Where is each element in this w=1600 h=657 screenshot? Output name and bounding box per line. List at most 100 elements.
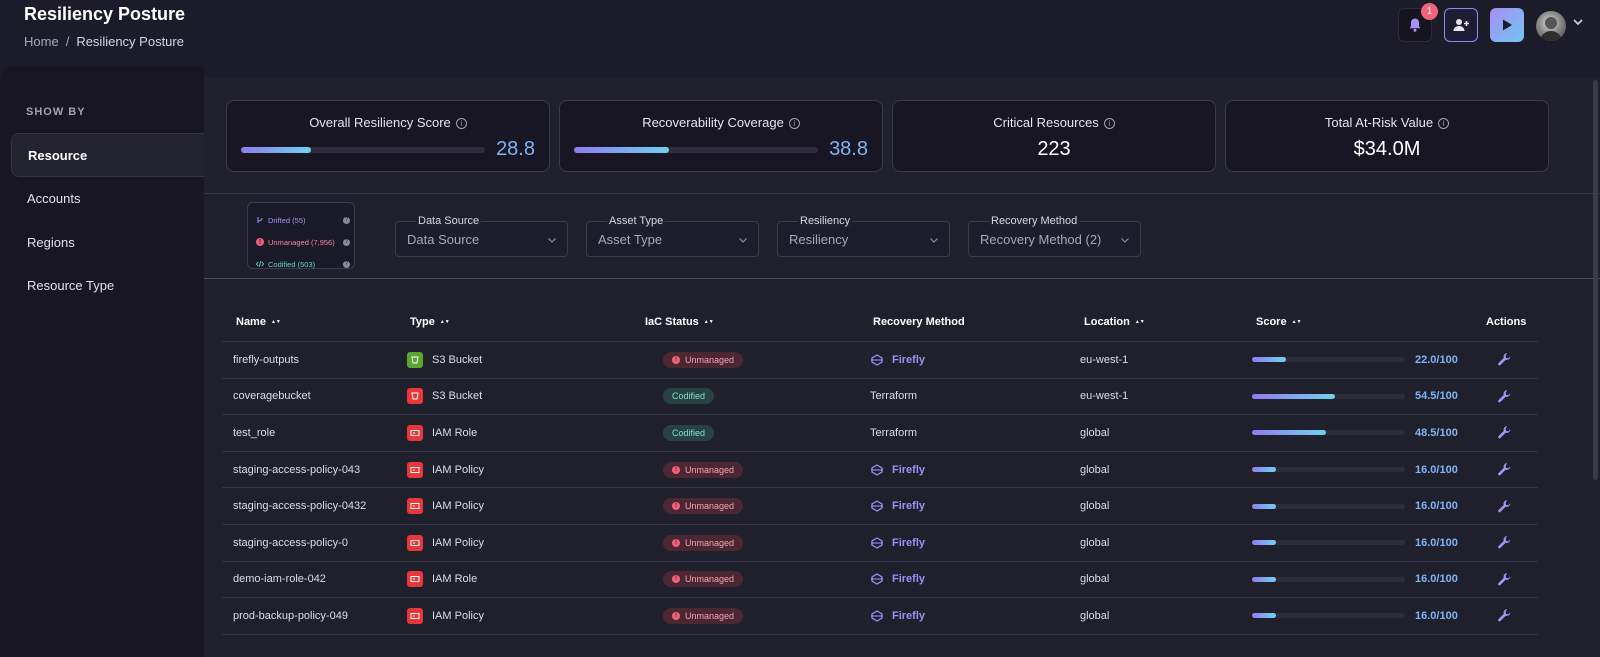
score-bar-fill bbox=[1252, 503, 1277, 509]
table-body: firefly-outputs S3 Bucket ! Unmanaged Fir… bbox=[222, 342, 1538, 635]
git-branch-icon bbox=[256, 216, 264, 224]
resource-type: IAM Policy bbox=[432, 463, 484, 476]
bell-icon bbox=[1409, 18, 1421, 32]
help-icon[interactable]: ? bbox=[343, 238, 350, 246]
resource-name[interactable]: firefly-outputs bbox=[233, 342, 299, 378]
filter-label: Recovery Method bbox=[989, 215, 1080, 227]
table-row[interactable]: staging-access-policy-0 IAM Policy ! Unma… bbox=[222, 525, 1538, 562]
iac-status-label: Unmanaged bbox=[685, 574, 735, 585]
legend-codified[interactable]: Codified (503) ? bbox=[256, 256, 350, 272]
resource-name[interactable]: staging-access-policy-0432 bbox=[233, 488, 366, 524]
resource-type: S3 Bucket bbox=[432, 390, 483, 403]
score-value: 16.0/100 bbox=[1415, 536, 1458, 549]
progress-bar-fill bbox=[574, 147, 669, 153]
recovery-method[interactable]: Firefly bbox=[870, 354, 925, 366]
table-row[interactable]: coveragebucket S3 Bucket Codified Terraf… bbox=[222, 379, 1538, 416]
page-scrollbar[interactable] bbox=[1593, 80, 1598, 480]
info-icon[interactable]: i bbox=[455, 118, 467, 129]
resource-type: IAM Role bbox=[432, 573, 478, 586]
stat-value: 28.8 bbox=[496, 138, 535, 160]
filter-asset-type[interactable]: Asset Type Asset Type bbox=[586, 215, 759, 257]
configure-button[interactable] bbox=[1497, 488, 1512, 524]
iac-status-badge: ! Unmanaged bbox=[663, 607, 744, 624]
sidebar-item-resource[interactable]: Resource bbox=[11, 133, 204, 177]
resource-type-icon bbox=[407, 424, 423, 441]
configure-button[interactable] bbox=[1497, 342, 1512, 378]
table-row[interactable]: demo-iam-role-042 IAM Role ! Unmanaged Fi… bbox=[222, 562, 1538, 599]
legend-drifted[interactable]: Drifted (55) ? bbox=[256, 212, 350, 228]
stat-label: Total At-Risk Value bbox=[1324, 115, 1434, 130]
breadcrumb-home[interactable]: Home bbox=[24, 34, 59, 49]
iac-status-label: Unmanaged bbox=[685, 501, 735, 512]
info-icon[interactable]: i bbox=[788, 118, 800, 129]
score-bar bbox=[1252, 467, 1405, 473]
column-header-score[interactable]: Score ▲▼ bbox=[1256, 316, 1301, 328]
recovery-method-label: Firefly bbox=[892, 536, 926, 549]
recovery-method[interactable]: Firefly bbox=[870, 464, 925, 476]
invite-user-button[interactable] bbox=[1444, 8, 1478, 42]
progress-bar bbox=[241, 147, 485, 153]
firefly-icon bbox=[871, 537, 883, 549]
resource-name[interactable]: prod-backup-policy-049 bbox=[233, 598, 348, 634]
resource-name[interactable]: demo-iam-role-042 bbox=[233, 562, 326, 598]
sidebar-item-resource-type[interactable]: Resource Type bbox=[11, 263, 204, 307]
table-row[interactable]: firefly-outputs S3 Bucket ! Unmanaged Fir… bbox=[222, 342, 1538, 379]
table-row[interactable]: prod-backup-policy-049 IAM Policy ! Unman… bbox=[222, 598, 1538, 635]
info-icon[interactable]: i bbox=[1103, 118, 1115, 129]
column-header-name[interactable]: Name ▲▼ bbox=[236, 316, 281, 328]
resource-name[interactable]: staging-access-policy-043 bbox=[233, 452, 360, 488]
stat-card-critical-resources: Critical Resources i 223 bbox=[892, 100, 1216, 172]
recovery-method[interactable]: Firefly bbox=[870, 573, 925, 585]
help-icon[interactable]: ? bbox=[343, 216, 350, 224]
score-bar-fill bbox=[1252, 357, 1286, 363]
column-header-type[interactable]: Type ▲▼ bbox=[410, 316, 450, 328]
breadcrumb: Home / Resiliency Posture bbox=[24, 34, 184, 49]
wrench-icon bbox=[1498, 499, 1511, 512]
iac-status-badge: ! Unmanaged bbox=[663, 351, 744, 368]
resource-name[interactable]: staging-access-policy-0 bbox=[233, 525, 348, 561]
configure-button[interactable] bbox=[1497, 379, 1512, 415]
column-header-label: Actions bbox=[1486, 316, 1527, 328]
filter-value: Recovery Method (2) bbox=[980, 232, 1102, 247]
column-header-recovery-method: Recovery Method bbox=[873, 316, 965, 328]
configure-button[interactable] bbox=[1497, 525, 1512, 561]
sidebar-item-accounts[interactable]: Accounts bbox=[11, 176, 204, 220]
iac-status-label: Codified bbox=[672, 427, 706, 438]
recovery-method[interactable]: Firefly bbox=[870, 500, 925, 512]
resource-name[interactable]: coveragebucket bbox=[233, 379, 311, 415]
recovery-method[interactable]: Firefly bbox=[870, 610, 925, 622]
table-row[interactable]: staging-access-policy-043 IAM Policy ! Un… bbox=[222, 452, 1538, 489]
column-header-location[interactable]: Location ▲▼ bbox=[1084, 316, 1145, 328]
alert-icon: ! bbox=[672, 502, 680, 511]
filter-label: Resiliency bbox=[798, 215, 853, 227]
user-avatar[interactable] bbox=[1536, 11, 1566, 41]
resource-type-icon bbox=[407, 607, 423, 624]
column-header-iac-status[interactable]: IaC Status ▲▼ bbox=[645, 316, 714, 328]
configure-button[interactable] bbox=[1497, 598, 1512, 634]
filter-data-source[interactable]: Data Source Data Source bbox=[395, 215, 568, 257]
configure-button[interactable] bbox=[1497, 562, 1512, 598]
sidebar-item-regions[interactable]: Regions bbox=[11, 220, 204, 264]
stat-value: 38.8 bbox=[829, 138, 868, 160]
recovery-method[interactable]: Firefly bbox=[870, 537, 925, 549]
configure-button[interactable] bbox=[1497, 452, 1512, 488]
table-row[interactable]: test_role IAM Role Codified Terraform gl… bbox=[222, 415, 1538, 452]
chevron-down-icon[interactable] bbox=[1572, 16, 1584, 28]
legend-codified-label: Codified (503) bbox=[268, 259, 316, 269]
resources-table: Name ▲▼ Type ▲▼ IaC Status ▲▼ Recovery Meth… bbox=[222, 308, 1538, 635]
wrench-icon bbox=[1498, 390, 1511, 403]
resource-type-icon bbox=[407, 498, 423, 515]
resource-name[interactable]: test_role bbox=[233, 415, 275, 451]
help-icon[interactable]: ? bbox=[343, 260, 350, 268]
legend-unmanaged[interactable]: ! Unmanaged (7,956) ? bbox=[256, 234, 350, 250]
info-icon[interactable]: i bbox=[1438, 118, 1450, 129]
run-button[interactable] bbox=[1490, 8, 1524, 42]
filter-recovery-method[interactable]: Recovery Method Recovery Method (2) bbox=[968, 215, 1141, 257]
table-row[interactable]: staging-access-policy-0432 IAM Policy ! U… bbox=[222, 488, 1538, 525]
configure-button[interactable] bbox=[1497, 415, 1512, 451]
divider bbox=[204, 278, 1600, 279]
score-value: 54.5/100 bbox=[1415, 390, 1458, 403]
filter-resiliency[interactable]: Resiliency Resiliency bbox=[777, 215, 950, 257]
score-value: 22.0/100 bbox=[1415, 353, 1458, 366]
resource-location: eu-west-1 bbox=[1080, 390, 1129, 403]
